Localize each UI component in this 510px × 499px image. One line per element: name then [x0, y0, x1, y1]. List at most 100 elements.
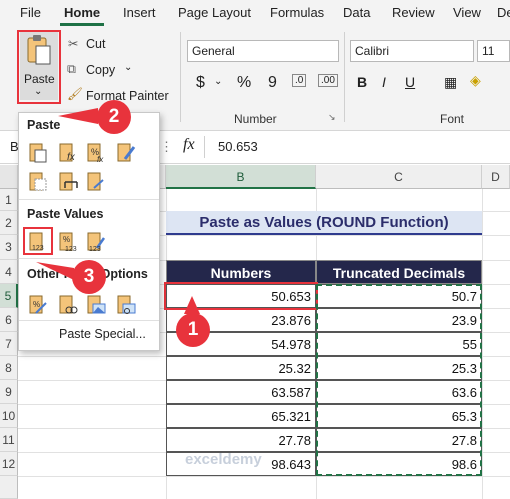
column-header-b[interactable]: B [166, 165, 316, 189]
menu-divider [19, 320, 159, 321]
italic-button[interactable]: I [382, 74, 386, 90]
transpose-icon[interactable] [85, 170, 107, 192]
step-badge: 3 [72, 260, 106, 294]
formula-bar-dots-icon: ⋮ [160, 139, 173, 154]
column-header-c[interactable]: C [316, 165, 482, 189]
cut-button[interactable]: Cut [86, 37, 105, 51]
copy-marquee [316, 284, 482, 476]
borders-icon[interactable]: ▦ [444, 74, 457, 91]
no-borders-icon[interactable] [27, 170, 49, 192]
insert-function-button[interactable]: fx [183, 136, 195, 154]
chevron-down-icon[interactable]: ⌄ [214, 76, 222, 87]
keep-column-widths-icon[interactable] [57, 170, 79, 192]
number-format-value: General [192, 44, 235, 58]
tab-formulas[interactable]: Formulas [270, 5, 324, 20]
watermark-text: exceldemy [185, 451, 262, 468]
paste-section-label: Paste [27, 118, 61, 132]
svg-text:123: 123 [89, 246, 101, 252]
menu-divider [19, 258, 159, 259]
tab-review[interactable]: Review [392, 5, 435, 20]
row-header-9[interactable]: 9 [0, 380, 18, 404]
copy-icon: ⧉ [67, 62, 76, 76]
svg-text:123: 123 [65, 246, 77, 252]
paste-formulas-icon[interactable]: fx [57, 141, 79, 163]
menu-divider [19, 199, 159, 200]
tab-home[interactable]: Home [64, 5, 100, 20]
copy-dropdown-icon[interactable]: ⌄ [124, 62, 132, 73]
row-header-1[interactable]: 1 [0, 189, 18, 211]
menu-bar: File Home Insert Page Layout Formulas Da… [0, 0, 510, 26]
row-header-12[interactable]: 12 [0, 452, 18, 476]
badge-pointer [58, 108, 98, 124]
tab-insert[interactable]: Insert [123, 5, 156, 20]
svg-text:%: % [33, 300, 40, 309]
row-header-8[interactable]: 8 [0, 356, 18, 380]
paste-special-menu-item[interactable]: Paste Special... [59, 327, 146, 341]
header-numbers[interactable]: Numbers [166, 260, 316, 284]
font-name-dropdown[interactable]: Calibri [350, 40, 474, 62]
linked-picture-icon[interactable] [115, 293, 137, 315]
row-header-4[interactable]: 4 [0, 260, 18, 284]
group-separator [180, 32, 181, 122]
row-header-7[interactable]: 7 [0, 332, 18, 356]
tab-data[interactable]: Data [343, 5, 370, 20]
decrease-decimal-icon[interactable]: .00 [318, 74, 338, 87]
paste-highlight-box [17, 30, 61, 104]
tab-page-layout[interactable]: Page Layout [178, 5, 251, 20]
row-header-3[interactable]: 3 [0, 235, 18, 260]
table-cell-number[interactable]: 63.587 [166, 380, 316, 404]
table-cell-number[interactable]: 65.321 [166, 404, 316, 428]
dialog-launcher-icon[interactable]: ↘ [328, 112, 336, 123]
values-number-format-icon[interactable]: % 123 [57, 230, 79, 252]
row-header-2[interactable]: 2 [0, 211, 18, 235]
row-header-11[interactable]: 11 [0, 428, 18, 452]
row-header-13[interactable] [0, 476, 18, 499]
tab-developer[interactable]: De [497, 5, 510, 20]
paste-link-icon[interactable] [57, 293, 79, 315]
paste-values-section-label: Paste Values [27, 207, 104, 221]
bold-button[interactable]: B [357, 74, 367, 90]
step-badge: 1 [176, 313, 210, 347]
column-header-d[interactable]: D [482, 165, 510, 189]
copy-button[interactable]: Copy [86, 63, 115, 77]
row-header-10[interactable]: 10 [0, 404, 18, 428]
formatting-icon[interactable]: % [27, 293, 49, 315]
badge-pointer [184, 296, 200, 314]
keep-source-formatting-icon[interactable] [115, 141, 137, 163]
number-group-label: Number [234, 112, 277, 126]
svg-text:fx: fx [97, 155, 104, 163]
format-painter-button[interactable]: Format Painter [86, 89, 169, 103]
font-size-value: 11 [482, 44, 495, 58]
increase-decimal-icon[interactable]: .0 [292, 74, 307, 87]
select-all-corner[interactable] [0, 165, 18, 189]
header-truncated-decimals[interactable]: Truncated Decimals [316, 260, 482, 284]
currency-button[interactable]: $ [196, 74, 205, 92]
step-badge: 2 [97, 100, 131, 134]
tab-view[interactable]: View [453, 5, 481, 20]
paste-formulas-number-format-icon[interactable]: %fx [85, 141, 107, 163]
percent-button[interactable]: % [237, 74, 251, 92]
paste-icon[interactable] [27, 141, 49, 163]
table-cell-number[interactable]: 27.78 [166, 428, 316, 452]
gridline [482, 189, 483, 499]
font-group-label: Font [440, 112, 465, 126]
scissors-icon: ✂ [68, 37, 79, 51]
fill-color-icon[interactable]: ◈ [470, 72, 481, 89]
table-title[interactable]: Paste as Values (ROUND Function) [166, 211, 482, 235]
values-source-formatting-icon[interactable]: 123 [85, 230, 107, 252]
underline-button[interactable]: U [405, 74, 415, 90]
row-header-5[interactable]: 5 [0, 284, 18, 308]
row-header-6[interactable]: 6 [0, 308, 18, 332]
formula-input[interactable]: 50.653 [218, 139, 258, 154]
watermark-logo: exceldemy [185, 451, 262, 468]
tab-file[interactable]: File [20, 5, 41, 20]
paste-values-highlight-box [23, 227, 53, 255]
font-size-dropdown[interactable]: 11 [477, 40, 510, 62]
number-format-dropdown[interactable]: General [187, 40, 339, 62]
svg-text:fx: fx [67, 152, 76, 163]
comma-style-button[interactable]: 9 [268, 74, 277, 92]
table-cell-number[interactable]: 25.32 [166, 356, 316, 380]
picture-icon[interactable] [85, 293, 107, 315]
paste-options-dropdown: Paste fx % fx Paste Values 123 % 123 123 O… [18, 112, 160, 351]
group-separator [344, 32, 345, 122]
